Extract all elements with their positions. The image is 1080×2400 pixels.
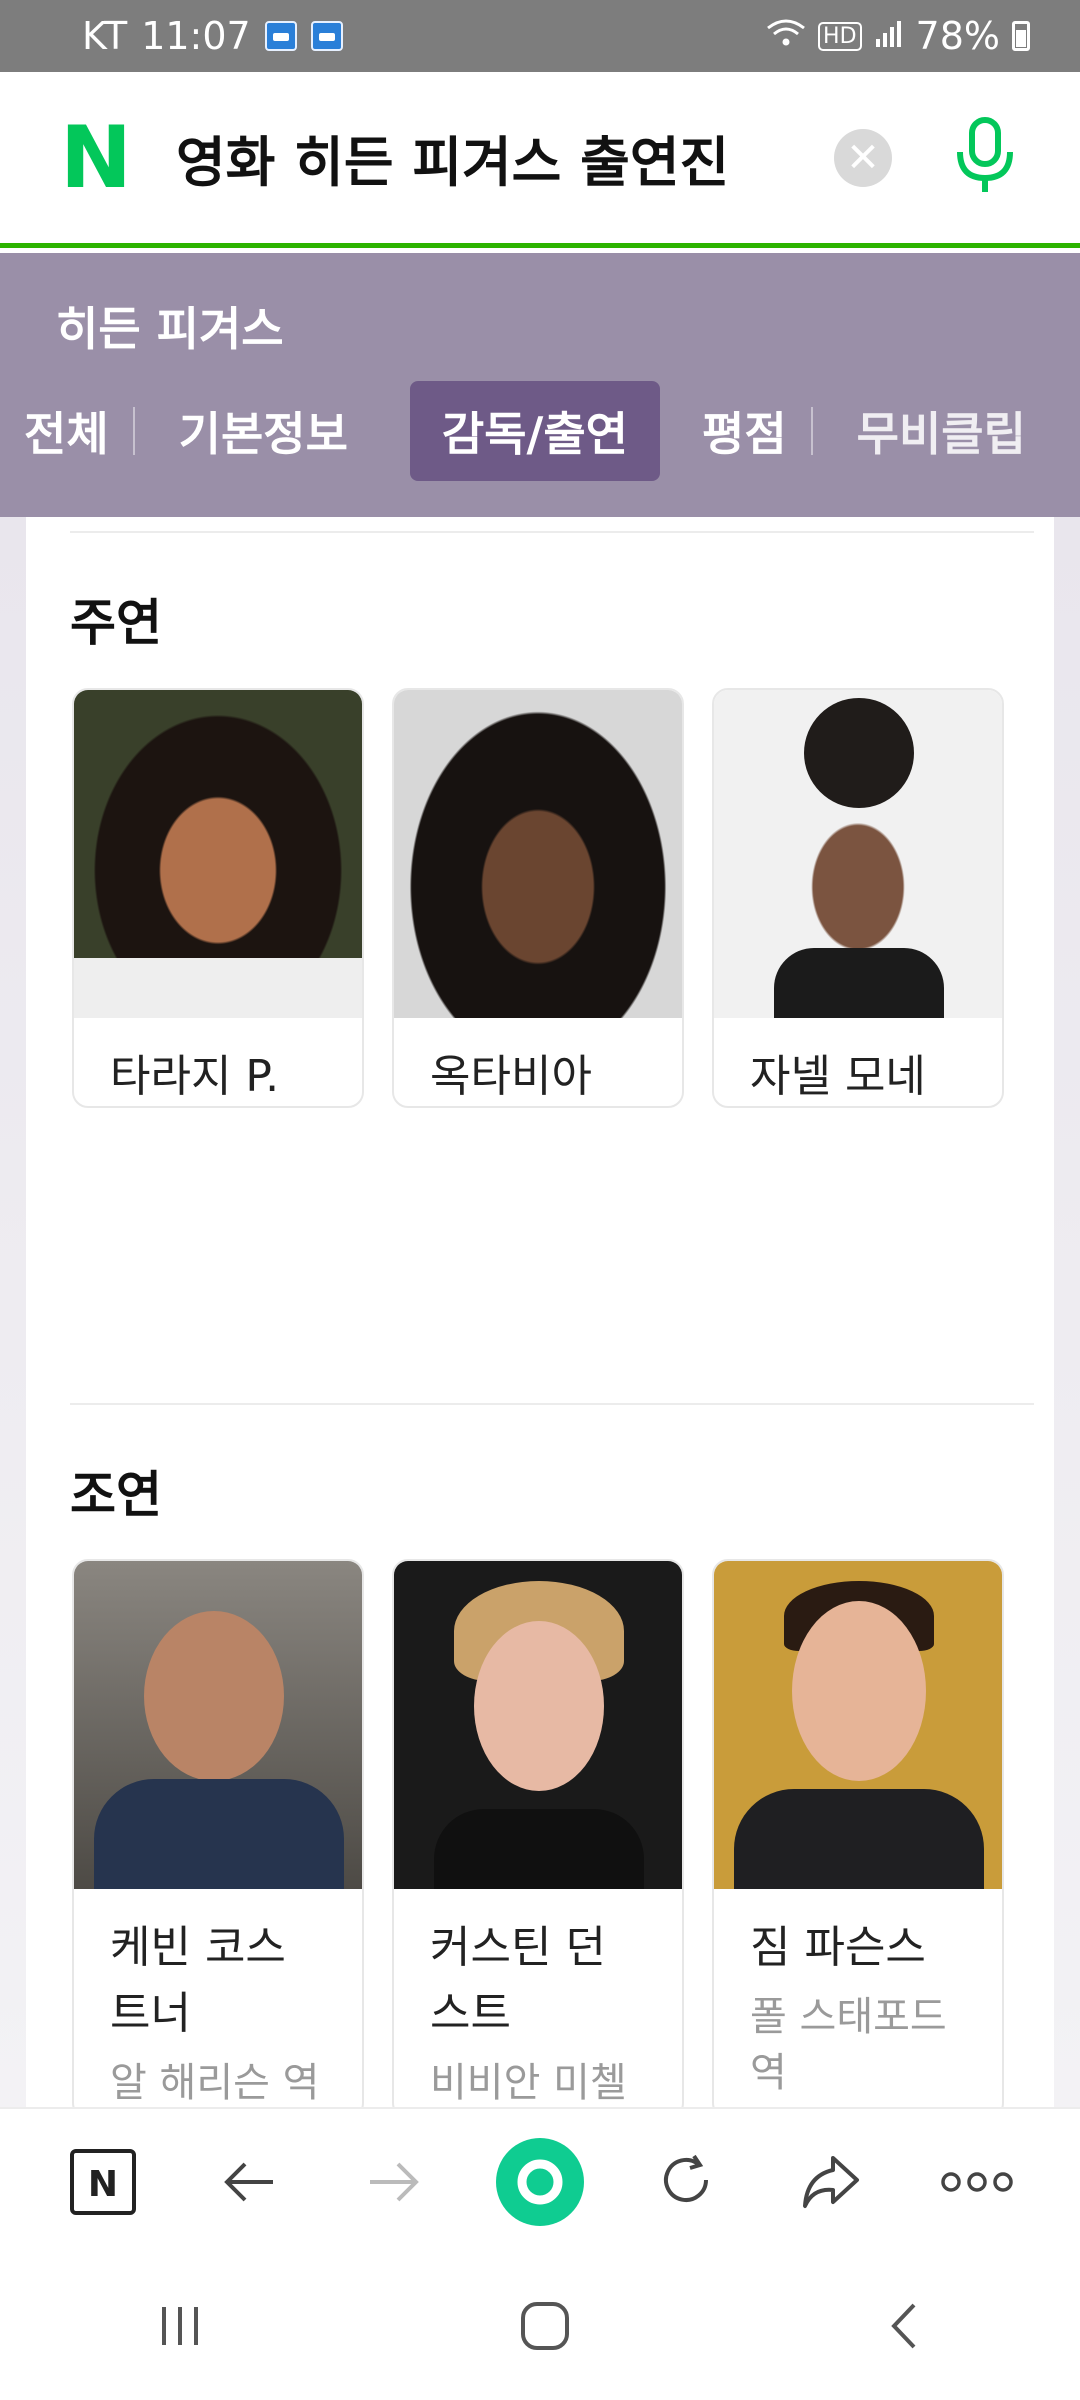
section-divider (70, 1403, 1034, 1405)
notification-app-icon (264, 21, 297, 51)
cast-card-item[interactable]: 짐 파슨스 폴 스태포드 역 (712, 1559, 1004, 2107)
cast-card-item[interactable]: 커스틴 던스트 비비안 미첼 (392, 1559, 684, 2107)
actor-photo (394, 690, 682, 1018)
svg-text:N: N (88, 2164, 118, 2205)
carrier-label: KT (82, 14, 128, 58)
movie-banner: 히든 피겨스 전체 기본정보 감독/출연 평점 무비클립 (0, 253, 1080, 517)
share-icon[interactable] (786, 2137, 876, 2227)
cast-card-item[interactable]: 타라지 P. 헨슨 캐서린 존슨 역 (72, 688, 364, 1108)
actor-role: 비비안 미첼 (430, 2060, 627, 2106)
clear-search-button[interactable]: ✕ (834, 128, 892, 187)
main-cast-heading: 주연 (70, 594, 162, 652)
refresh-icon[interactable] (641, 2137, 731, 2227)
status-right: HD 78% (766, 14, 1030, 58)
naver-home-icon[interactable]: N (58, 2137, 148, 2227)
actor-name: 옥타비아 스펜서 (430, 1051, 592, 1102)
supporting-cast-heading: 조연 (70, 1466, 162, 1524)
status-bar: KT 11:07 HD 78% (0, 0, 1080, 72)
green-dot-icon[interactable] (495, 2137, 585, 2227)
actor-role: 알 해리슨 역 (110, 2060, 320, 2106)
tab-basic-info[interactable]: 기본정보 (135, 381, 392, 481)
actor-photo (74, 690, 362, 1018)
movie-title[interactable]: 히든 피겨스 (56, 293, 284, 359)
actor-name: 자넬 모네 (750, 1051, 926, 1102)
battery-percent: 78% (915, 14, 1000, 58)
cast-card: 주연 타라지 P. 헨슨 캐서린 존슨 역 옥타비아 스펜서 도로시 본 역 자… (26, 517, 1054, 2107)
status-left: KT 11:07 (82, 14, 343, 58)
mic-icon[interactable] (950, 116, 1020, 200)
forward-arrow-icon[interactable] (349, 2137, 439, 2227)
cast-card-item[interactable]: 자넬 모네 메리 잭슨 역 (712, 688, 1004, 1108)
actor-photo (714, 1561, 1002, 1889)
clock: 11:07 (141, 14, 251, 58)
home-icon[interactable] (518, 2299, 572, 2357)
top-divider (70, 531, 1034, 533)
actor-name: 케빈 코스트너 (110, 1922, 286, 2039)
tab-bar: 전체 기본정보 감독/출연 평점 무비클립 (0, 381, 1070, 481)
hd-icon: HD (818, 21, 862, 51)
cast-card-item[interactable]: 케빈 코스트너 알 해리슨 역 (72, 1559, 364, 2107)
tab-rating[interactable]: 평점 (678, 381, 811, 481)
cast-card-item[interactable]: 옥타비아 스펜서 도로시 본 역 (392, 688, 684, 1108)
actor-photo (714, 690, 1002, 1018)
tab-all[interactable]: 전체 (0, 381, 133, 481)
actor-photo (394, 1561, 682, 1889)
actor-name: 타라지 P. 헨슨 (110, 1051, 280, 1102)
recent-apps-icon[interactable] (156, 2303, 206, 2353)
more-icon[interactable] (932, 2137, 1022, 2227)
search-input[interactable]: 영화 히든 피겨스 출연진 (176, 118, 834, 197)
signal-icon (874, 14, 904, 58)
naver-logo-icon[interactable]: N (60, 115, 132, 201)
browser-toolbar: N (0, 2107, 1080, 2255)
search-header: N 영화 히든 피겨스 출연진 ✕ (0, 72, 1080, 248)
actor-name: 커스틴 던스트 (430, 1922, 606, 2039)
actor-photo (74, 1561, 362, 1889)
back-arrow-icon[interactable] (204, 2137, 294, 2227)
actor-role: 폴 스태포드 역 (750, 1994, 947, 2096)
back-nav-icon[interactable] (884, 2299, 924, 2357)
wifi-icon (766, 16, 806, 57)
system-nav-bar (0, 2255, 1080, 2400)
actor-name: 짐 파슨스 (750, 1922, 926, 1973)
tab-movie-clip[interactable]: 무비클립 (813, 381, 1070, 481)
tab-director-cast[interactable]: 감독/출연 (409, 381, 661, 481)
battery-icon (1012, 21, 1030, 51)
notification-app-icon-2 (310, 21, 343, 51)
